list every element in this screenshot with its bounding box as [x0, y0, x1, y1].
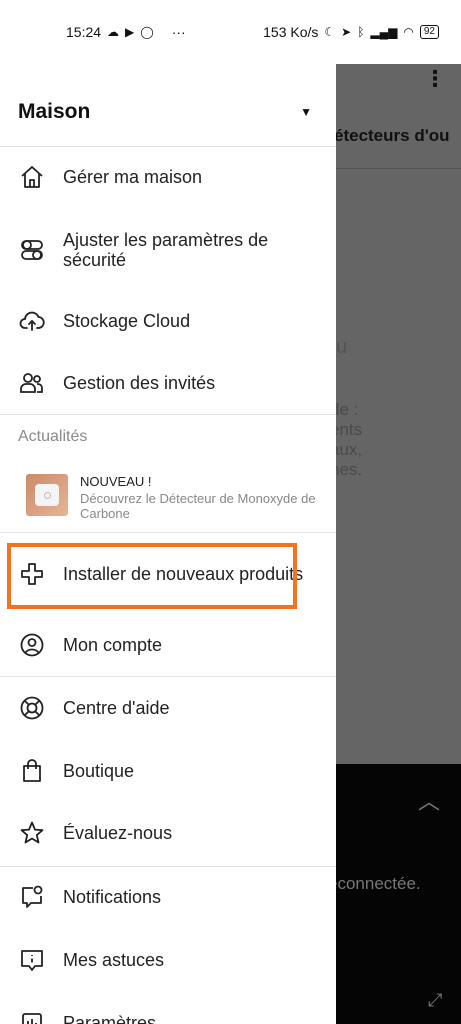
- menu-item-label: Gérer ma maison: [63, 167, 203, 187]
- notification-icon: [18, 883, 46, 911]
- background-player-panel: ︿ éconnectée. ⤢: [336, 764, 461, 1024]
- background-app-overlay[interactable]: ⋮ étecteurs d'ou u de : ents aux, nes. ︿…: [336, 64, 461, 1024]
- menu-item-settings[interactable]: Paramètres: [0, 1002, 336, 1024]
- moon-icon: ☾: [324, 25, 336, 39]
- cloud-upload-icon: [18, 307, 46, 335]
- header-divider: [336, 168, 461, 169]
- menu-item-guests[interactable]: Gestion des invités: [0, 362, 336, 404]
- co-detector-thumbnail: [26, 474, 68, 516]
- location-icon: ➤: [341, 25, 352, 39]
- news-text: Découvrez le Détecteur de Monoxyde de Ca…: [80, 491, 316, 521]
- youtube-icon: ▶: [125, 25, 135, 39]
- menu-item-label: Évaluez-nous: [63, 823, 173, 843]
- network-speed: 153 Ko/s: [263, 24, 319, 40]
- menu-item-manage-home[interactable]: Gérer ma maison: [0, 156, 336, 198]
- tips-icon: [18, 946, 46, 974]
- menu-item-label: Stockage Cloud: [63, 311, 191, 331]
- divider: [0, 414, 336, 415]
- home-name: Maison: [18, 100, 91, 123]
- menu-item-tips[interactable]: Mes astuces: [0, 939, 336, 981]
- signal-icon: ▂▄▆: [370, 25, 398, 39]
- battery-indicator: 92: [419, 25, 439, 39]
- cloud-sync-icon: ☁: [107, 25, 120, 39]
- menu-item-account[interactable]: Mon compte: [0, 624, 336, 666]
- menu-item-label: Mes astuces: [63, 950, 165, 970]
- menu-item-label: Gestion des invités: [63, 373, 216, 393]
- menu-item-notifications[interactable]: Notifications: [0, 876, 336, 918]
- bluetooth-icon: ᛒ: [357, 25, 365, 39]
- menu-item-label: Mon compte: [63, 635, 163, 655]
- divider: [0, 532, 336, 533]
- overflow-menu-icon: ⋮: [424, 66, 446, 91]
- account-icon: [18, 631, 46, 659]
- menu-item-label: Paramètres: [63, 1013, 157, 1024]
- expand-icon: ⤢: [428, 990, 443, 1010]
- divider: [0, 676, 336, 677]
- menu-item-label: Centre d'aide: [63, 698, 170, 718]
- disconnected-text: éconnectée.: [336, 874, 421, 893]
- settings-icon: [18, 1009, 46, 1024]
- clock: 15:24: [66, 24, 102, 40]
- menu-item-cloud-storage[interactable]: Stockage Cloud: [0, 300, 336, 342]
- news-card[interactable]: NOUVEAU ! Découvrez le Détecteur de Mono…: [26, 474, 326, 521]
- lifebuoy-icon: [18, 694, 46, 722]
- caret-down-icon: ▼: [300, 105, 312, 119]
- menu-item-label: Boutique: [63, 761, 135, 781]
- wifi-icon: ◠: [403, 25, 414, 39]
- highlight-box: [7, 543, 297, 609]
- menu-item-shop[interactable]: Boutique: [0, 750, 336, 792]
- divider: [0, 146, 336, 147]
- users-icon: [18, 369, 46, 397]
- menu-item-rate-us[interactable]: Évaluez-nous: [0, 812, 336, 854]
- status-bar: 15:24 ☁ ▶ ◯ ··· 153 Ko/s ☾ ➤ ᛒ ▂▄▆ ◠ 92: [0, 0, 461, 64]
- home-selector[interactable]: Maison ▼: [18, 100, 318, 124]
- navigation-drawer: Maison ▼ Gérer ma maison Ajuster les par…: [0, 64, 336, 1024]
- menu-item-label: Ajuster les paramètres de sécurité: [63, 230, 269, 270]
- star-icon: [18, 819, 46, 847]
- menu-item-security-settings[interactable]: Ajuster les paramètres de sécurité: [0, 228, 336, 272]
- more-notifications: ···: [171, 24, 186, 40]
- menu-item-label: Notifications: [63, 887, 162, 907]
- divider: [0, 866, 336, 867]
- house-icon: [18, 163, 46, 191]
- toggles-icon: [18, 236, 46, 264]
- news-title: NOUVEAU !: [80, 474, 152, 489]
- shopping-bag-icon: [18, 757, 46, 785]
- background-partial-text: de : ents aux, nes.: [336, 400, 363, 479]
- background-partial-char: u: [336, 336, 348, 358]
- menu-item-help-center[interactable]: Centre d'aide: [0, 687, 336, 729]
- chevron-up-icon: ︿: [418, 789, 441, 814]
- background-tab-title: étecteurs d'ou: [336, 126, 450, 145]
- news-section-title: Actualités: [18, 428, 88, 445]
- circle-app-icon: ◯: [140, 25, 154, 39]
